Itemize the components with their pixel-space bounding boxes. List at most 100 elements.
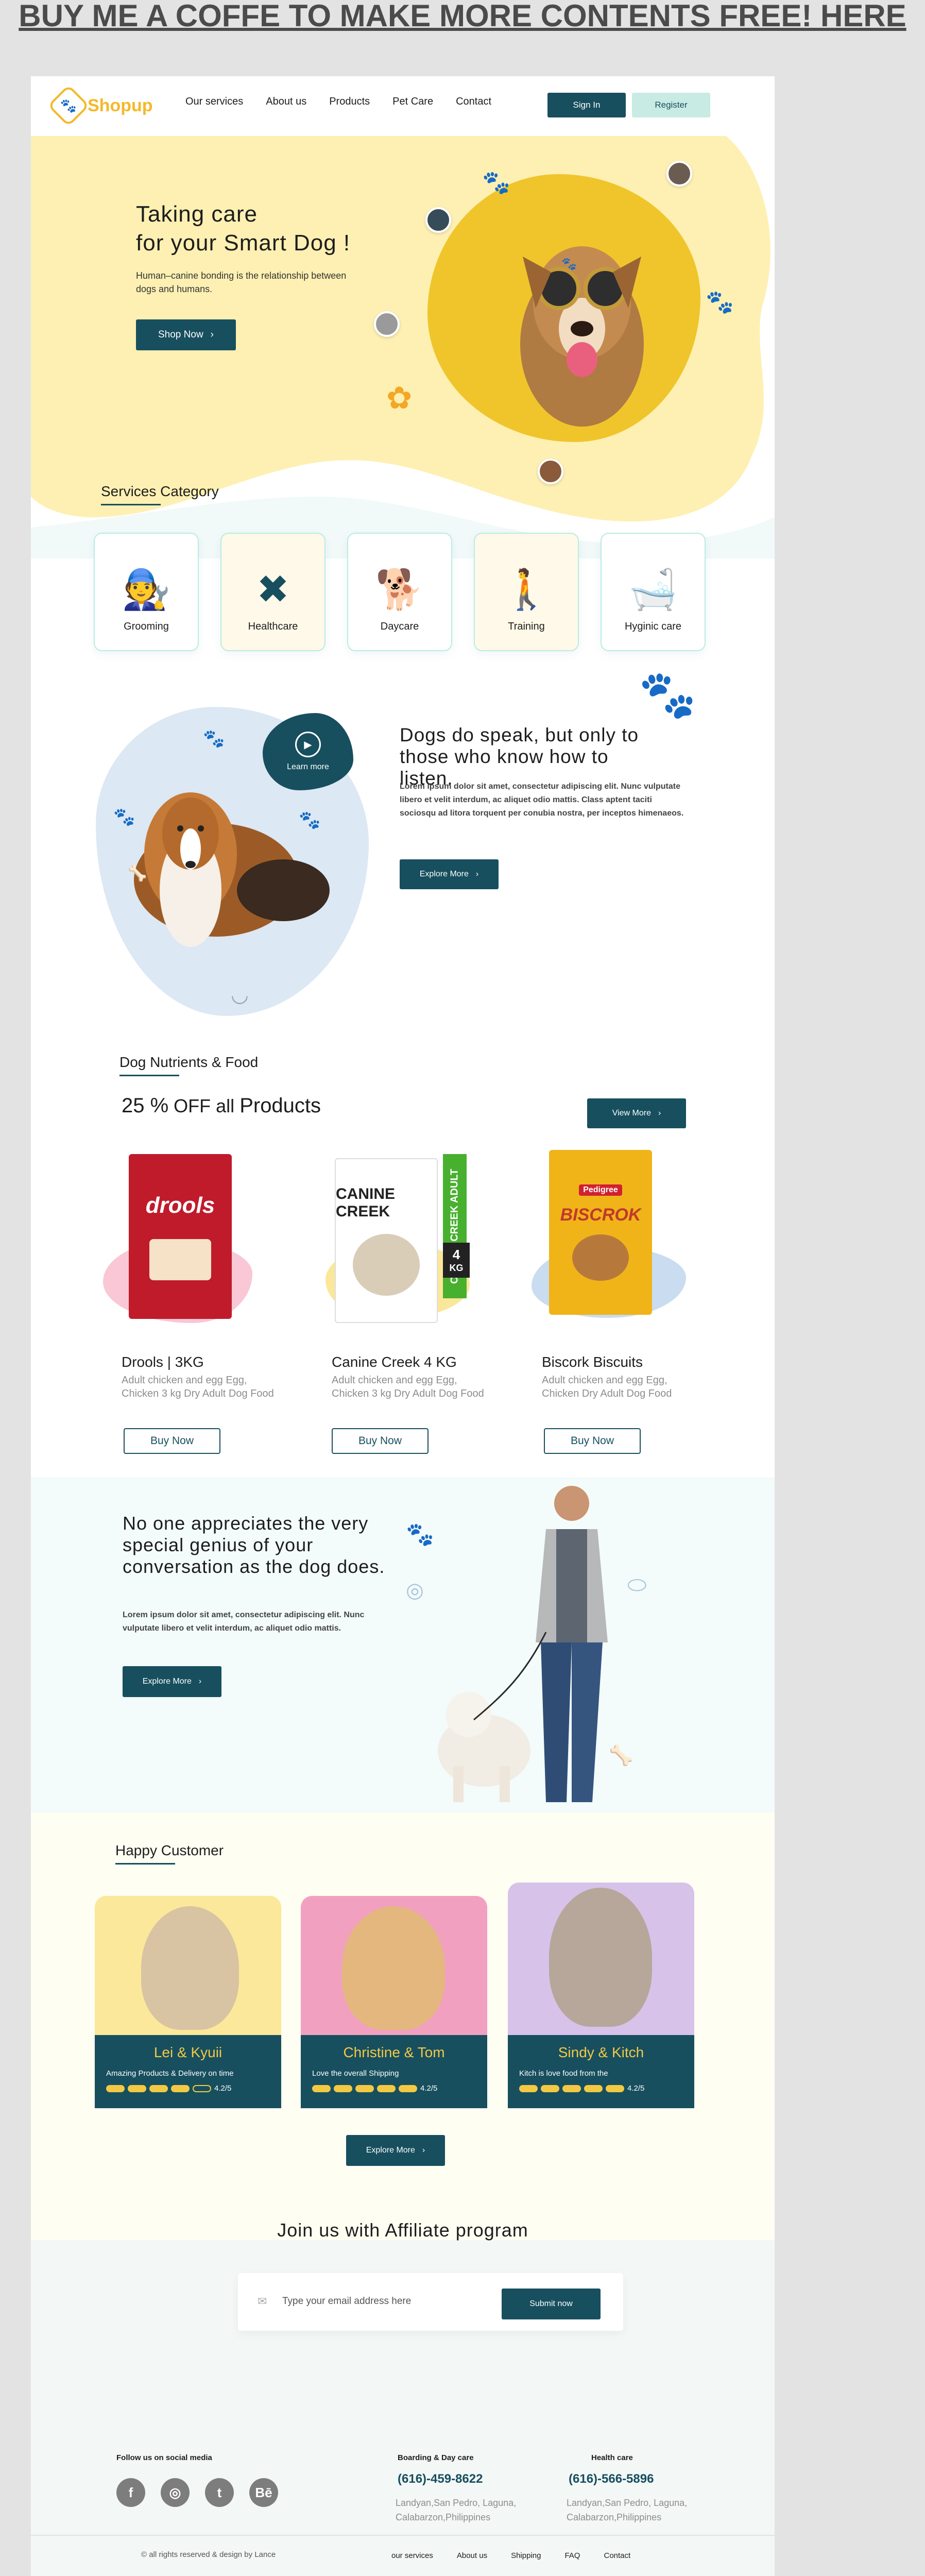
health-address: Landyan,San Pedro, Laguna, Calabarzon,Ph… xyxy=(567,2498,688,2522)
customer-name: Christine & Tom xyxy=(343,2044,445,2060)
nav-contact[interactable]: Contact xyxy=(456,96,491,108)
instagram-icon[interactable]: ◎ xyxy=(161,2478,190,2507)
buy-now-button[interactable]: Buy Now xyxy=(544,1428,641,1454)
rating-bones: 4.2/5 xyxy=(312,2084,476,2093)
product-name: Drools | 3KG xyxy=(122,1354,204,1370)
shop-now-button[interactable]: Shop Now › xyxy=(136,319,236,350)
footer-link-our-services[interactable]: our services xyxy=(391,2551,433,2560)
boarding-phone[interactable]: (616)-459-8622 xyxy=(398,2472,483,2486)
dog-bowl-icon: ◡ xyxy=(231,984,249,1006)
explore-more-button[interactable]: Explore More › xyxy=(400,859,499,889)
facebook-icon[interactable]: f xyxy=(116,2478,145,2507)
rating-bone-icon xyxy=(377,2084,396,2092)
service-healthcare[interactable]: ✖ Healthcare xyxy=(220,533,326,651)
pack-dog-photo xyxy=(149,1239,211,1280)
customer-review: Kitch is love food from the xyxy=(519,2069,608,2078)
services-list: 🧑‍🔧 Grooming ✖ Healthcare 🐕 Daycare 🚶 Tr… xyxy=(94,533,706,651)
logo[interactable]: 🐾 Shopup xyxy=(47,84,153,127)
service-training[interactable]: 🚶 Training xyxy=(474,533,579,651)
customer-info: Sindy & Kitch Kitch is love food from th… xyxy=(508,2035,694,2108)
groomer-icon: 🧑‍🔧 xyxy=(122,568,171,612)
rating-bone-icon xyxy=(562,2084,581,2092)
buy-now-button[interactable]: Buy Now xyxy=(124,1428,220,1454)
chevron-right-icon: › xyxy=(475,870,479,878)
rating-bone-icon xyxy=(519,2084,538,2092)
avatar xyxy=(666,161,692,187)
customer-card: Christine & Tom Love the overall Shippin… xyxy=(301,1896,487,2108)
pack-brand: BISCROK xyxy=(560,1205,641,1225)
explore-more-label: Explore More xyxy=(366,2146,415,2155)
pack-weight-value: 4 xyxy=(452,1247,460,1262)
service-daycare[interactable]: 🐕 Daycare xyxy=(347,533,452,651)
explore-more-button[interactable]: Explore More › xyxy=(123,1666,221,1697)
buy-now-button[interactable]: Buy Now xyxy=(332,1428,429,1454)
view-more-button[interactable]: View More › xyxy=(587,1098,686,1128)
support-banner[interactable]: BUY ME A COFFE TO MAKE MORE CONTENTS FRE… xyxy=(0,0,925,33)
rating-bone-icon xyxy=(193,2084,211,2092)
learn-more-label: Learn more xyxy=(287,762,329,771)
offer-all: all xyxy=(216,1095,235,1116)
shop-now-label: Shop Now xyxy=(158,329,203,340)
health-title: Health care xyxy=(591,2453,633,2462)
dog-bowl-icon: ⬭ xyxy=(627,1572,647,1598)
paw-icon: ✿ xyxy=(386,381,413,415)
rating-bone-icon xyxy=(312,2084,331,2092)
service-label: Hyginic care xyxy=(624,621,682,632)
customer-photo xyxy=(549,1888,652,2027)
health-phone[interactable]: (616)-566-5896 xyxy=(569,2472,654,2486)
bone-icon: ✖ xyxy=(256,568,289,612)
service-label: Training xyxy=(508,621,545,632)
customer-photo xyxy=(141,1906,239,2030)
bath-icon: 🛁 xyxy=(628,568,678,612)
footer-link-shipping[interactable]: Shipping xyxy=(511,2551,541,2560)
main-nav: Our services About us Products Pet Care … xyxy=(185,96,491,108)
sign-in-button[interactable]: Sign In xyxy=(547,93,626,117)
rating-bone-icon xyxy=(149,2084,168,2092)
nav-pet-care[interactable]: Pet Care xyxy=(392,96,433,108)
paw-logo-icon: 🐾 xyxy=(47,84,90,127)
nav-our-services[interactable]: Our services xyxy=(185,96,243,108)
pack-dog-photo xyxy=(353,1234,420,1296)
canine-creek-pack-image: CANINE CREEK xyxy=(335,1158,438,1323)
appreciate-title: No one appreciates the very special geni… xyxy=(123,1513,385,1577)
customer-photo xyxy=(342,1906,445,2030)
pack-brand: CANINE CREEK xyxy=(336,1185,396,1220)
submit-button[interactable]: Submit now xyxy=(502,2289,601,2319)
avatar xyxy=(425,207,451,233)
rating-bones: 4.2/5 xyxy=(106,2084,270,2093)
customer-card: Sindy & Kitch Kitch is love food from th… xyxy=(508,1883,694,2108)
service-grooming[interactable]: 🧑‍🔧 Grooming xyxy=(94,533,199,651)
nav-about-us[interactable]: About us xyxy=(266,96,306,108)
service-label: Healthcare xyxy=(248,621,298,632)
title-underline xyxy=(101,504,161,505)
paw-icon: 🐾 xyxy=(299,810,321,830)
customer-review: Love the overall Shipping xyxy=(312,2069,399,2078)
register-button[interactable]: Register xyxy=(632,93,710,117)
footer-link-about-us[interactable]: About us xyxy=(457,2551,487,2560)
paw-outline-icon: 🐾 xyxy=(406,1522,434,1547)
rating-bone-icon xyxy=(334,2084,352,2092)
services-heading: Services Category xyxy=(101,483,219,505)
daycare-icon: 🐕 xyxy=(375,568,424,612)
rating-value: 4.2/5 xyxy=(214,2084,232,2093)
service-hyginic-care[interactable]: 🛁 Hyginic care xyxy=(601,533,706,651)
logo-text: Shopup xyxy=(88,95,153,115)
footer-link-contact[interactable]: Contact xyxy=(604,2551,630,2560)
hero-title: Taking care for your Smart Dog ! xyxy=(136,200,350,258)
chevron-right-icon: › xyxy=(198,1677,202,1686)
email-input[interactable]: Type your email address here xyxy=(282,2296,411,2307)
explore-more-button[interactable]: Explore More › xyxy=(346,2135,445,2166)
paw-icon: 🐾 xyxy=(113,807,135,827)
rating-bone-icon xyxy=(584,2084,603,2092)
avatar xyxy=(374,311,400,337)
nav-products[interactable]: Products xyxy=(329,96,370,108)
hero-subtitle: Human–canine bonding is the relationship… xyxy=(136,270,347,294)
paw-icon: 🐾 xyxy=(203,729,225,749)
footer-link-faq[interactable]: FAQ xyxy=(564,2551,580,2560)
rating-bone-icon xyxy=(106,2084,125,2092)
behance-icon[interactable]: Bē xyxy=(249,2478,278,2507)
product-desc: Adult chicken and egg Egg, Chicken 3 kg … xyxy=(332,1375,484,1399)
twitter-icon[interactable]: t xyxy=(205,2478,234,2507)
collie-dog-image xyxy=(134,792,330,947)
offer-title: 25 % OFF all Products xyxy=(122,1094,321,1117)
